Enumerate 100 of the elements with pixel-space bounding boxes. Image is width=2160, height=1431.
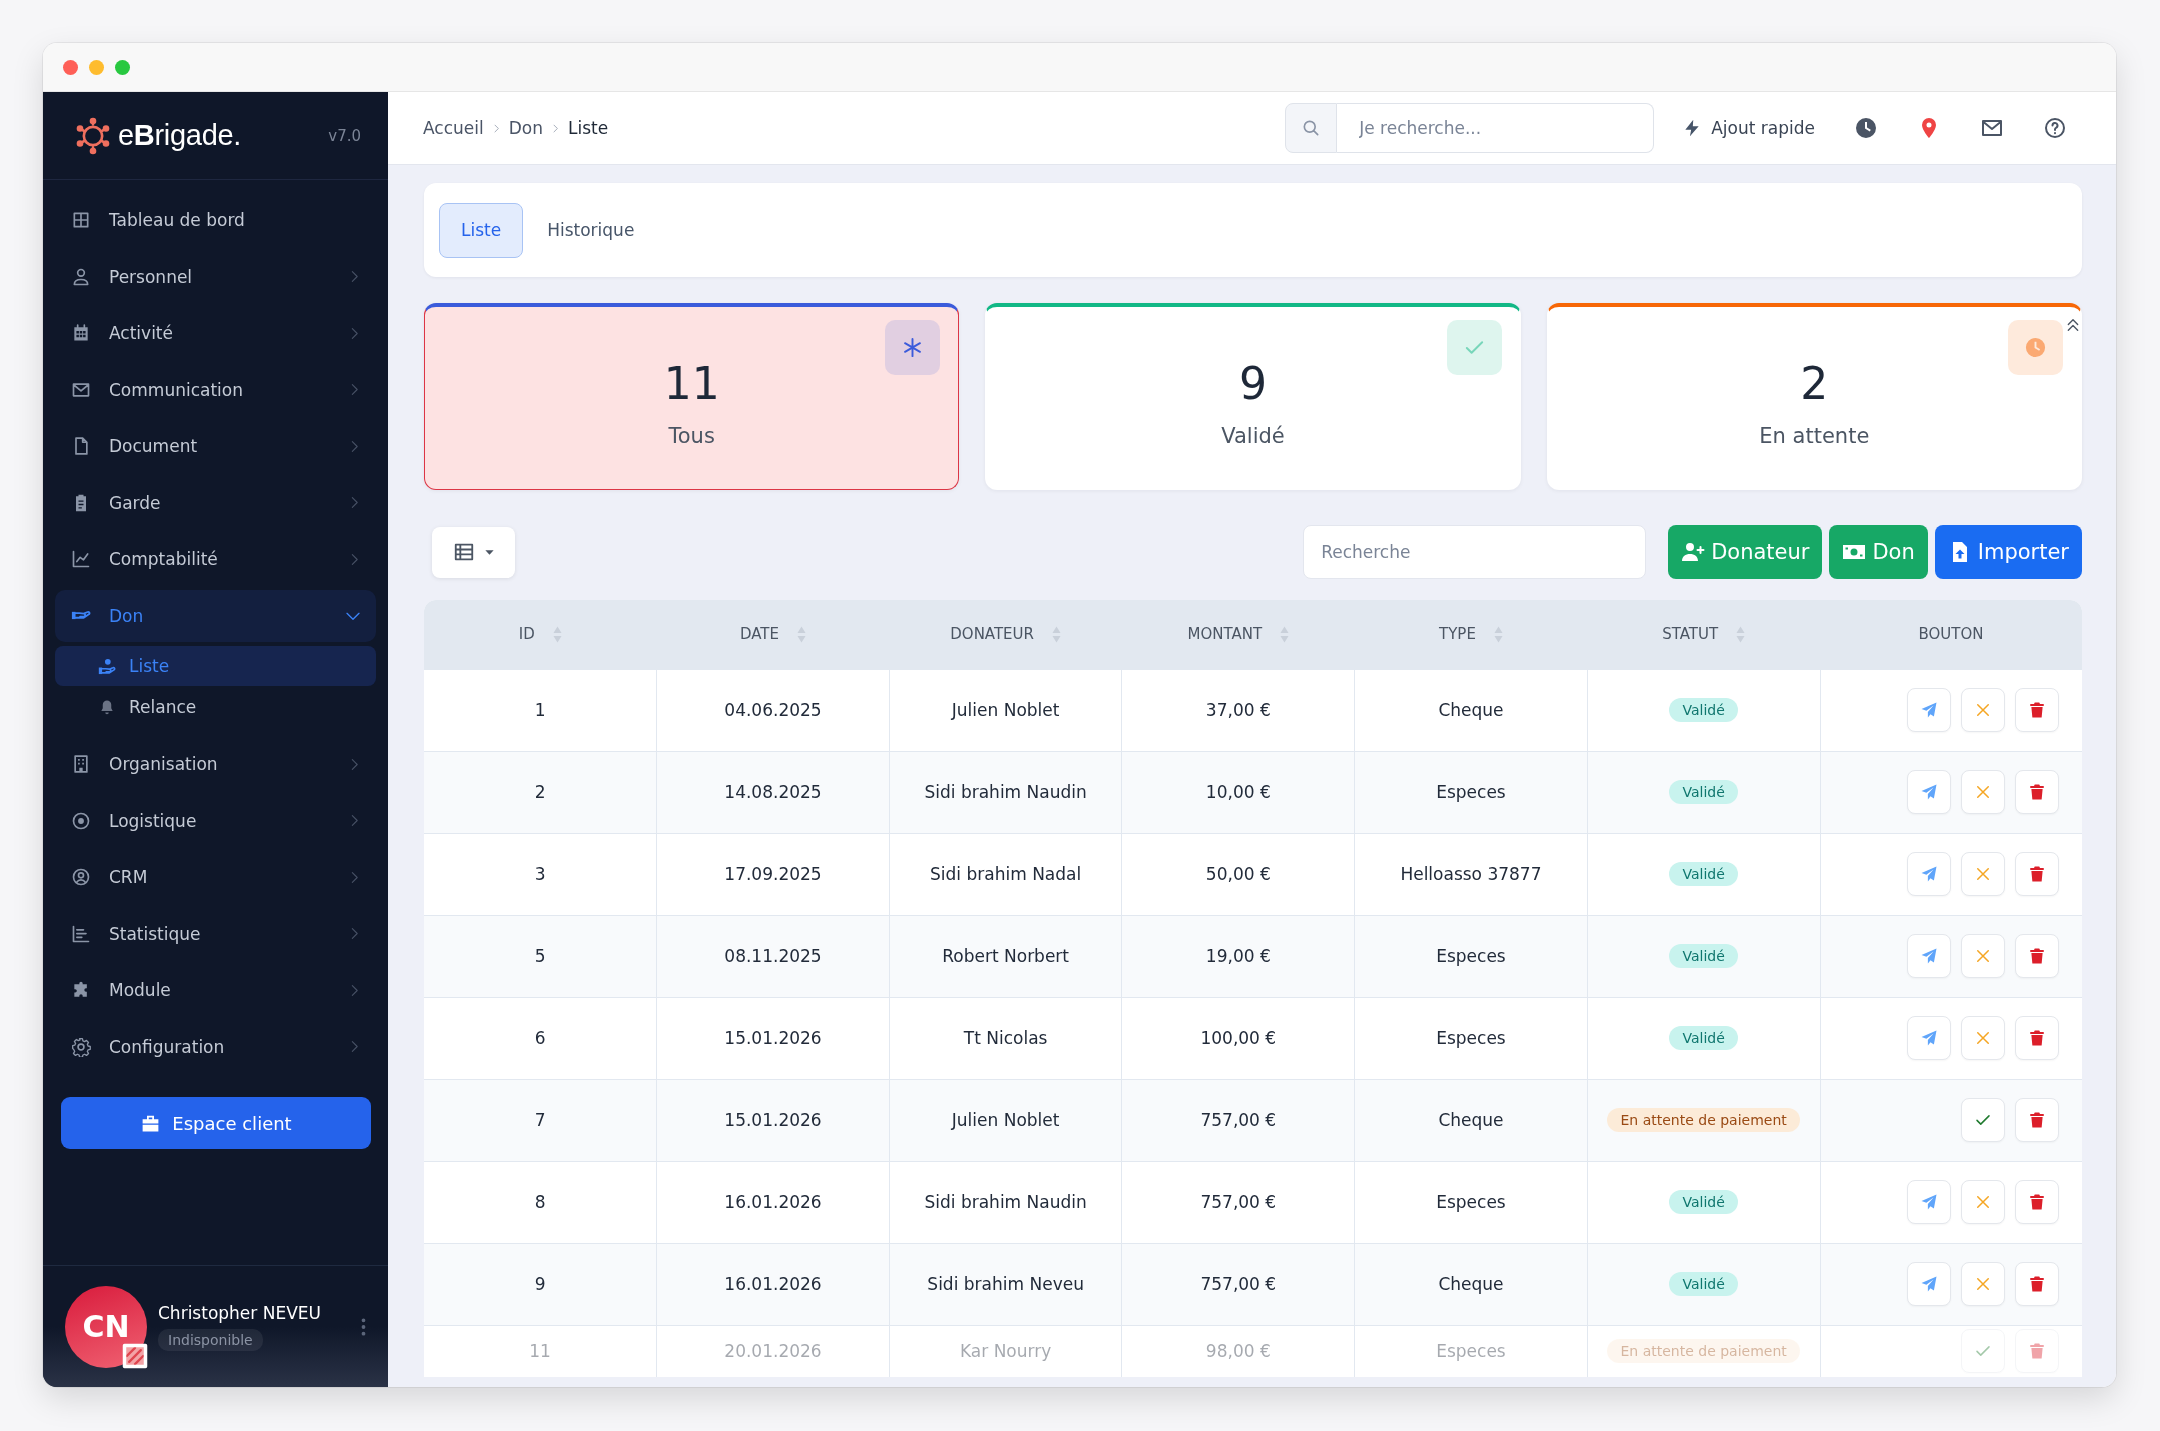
sort-icon — [1493, 625, 1503, 643]
trash-icon — [2028, 1342, 2046, 1361]
stat-value: 9 — [1239, 362, 1267, 406]
validate-button[interactable] — [1961, 1098, 2005, 1142]
cancel-button[interactable] — [1961, 1016, 2005, 1060]
user-plus-icon — [1681, 540, 1706, 564]
tab[interactable]: Liste — [439, 202, 524, 258]
cancel-button[interactable] — [1961, 688, 2005, 732]
check-icon — [1446, 320, 1502, 375]
paper-plane-icon — [1920, 865, 1938, 883]
column-header[interactable]: ID — [424, 600, 657, 669]
delete-button[interactable] — [2015, 1180, 2059, 1224]
column-header[interactable]: DONATEUR — [889, 600, 1122, 669]
delete-button[interactable] — [2015, 1016, 2059, 1060]
asterisk-icon — [885, 320, 941, 375]
avatar: CN — [65, 1285, 147, 1368]
quick-add-button[interactable]: Ajout rapide — [1682, 118, 1815, 138]
status-badge: Validé — [1669, 1272, 1738, 1296]
trash-icon — [2028, 947, 2046, 965]
sort-icon — [1052, 625, 1061, 643]
breadcrumb-current: Liste — [568, 118, 609, 138]
hand-icon — [71, 610, 91, 621]
status-badge: Validé — [1669, 780, 1738, 804]
building-icon — [71, 754, 91, 774]
help-icon[interactable] — [2043, 116, 2067, 140]
user-name: Christopher NEVEU — [158, 1302, 321, 1323]
import-button[interactable]: Importer — [1934, 525, 2082, 579]
zoom-button[interactable] — [115, 59, 130, 75]
sidebar-item[interactable]: Don — [55, 589, 376, 642]
cancel-button[interactable] — [1961, 770, 2005, 814]
sidebar-item[interactable]: Tableau de bord — [55, 194, 376, 246]
cancel-button[interactable] — [1961, 1180, 2005, 1224]
trash-icon — [2028, 1111, 2046, 1129]
sidebar-item[interactable]: CRM — [55, 851, 376, 903]
sidebar-item[interactable]: Activité — [55, 307, 376, 359]
delete-button[interactable] — [2015, 688, 2059, 732]
sidebar-item[interactable]: Document — [55, 420, 376, 472]
sidebar-subitem[interactable]: Liste — [55, 646, 376, 686]
sidebar-item[interactable]: Module — [55, 964, 376, 1016]
cancel-button[interactable] — [1961, 1262, 2005, 1306]
send-button[interactable] — [1907, 770, 1951, 814]
send-button[interactable] — [1907, 1180, 1951, 1224]
breadcrumb-link[interactable]: Don — [508, 118, 543, 138]
sidebar-item[interactable]: Personnel — [55, 250, 376, 303]
status-badge: Validé — [1669, 1026, 1738, 1050]
view-toggle-button[interactable] — [432, 526, 515, 578]
sidebar-item[interactable]: Logistique — [55, 794, 376, 847]
client-space-button[interactable]: Espace client — [61, 1097, 371, 1149]
target-icon — [71, 810, 91, 831]
search-field[interactable]: Recherche — [1303, 525, 1647, 579]
cross-icon — [1974, 1029, 1992, 1047]
delete-button[interactable] — [2015, 770, 2059, 814]
column-header[interactable]: DATE — [656, 600, 890, 669]
version-label: v7.0 — [328, 126, 361, 145]
more-icon[interactable] — [361, 1317, 366, 1336]
send-button[interactable] — [1907, 852, 1951, 896]
send-button[interactable] — [1907, 934, 1951, 978]
trash-icon — [2028, 701, 2046, 719]
column-header[interactable]: MONTANT — [1121, 600, 1355, 669]
user-icon — [71, 266, 91, 287]
delete-button[interactable] — [2015, 934, 2059, 978]
send-button[interactable] — [1907, 1262, 1951, 1306]
table-cell: 15.01.2026 — [656, 1079, 890, 1161]
table-cell: Cheque — [1354, 1079, 1588, 1161]
double-chevron-up-icon[interactable] — [2066, 318, 2080, 332]
tab[interactable]: Historique — [525, 202, 657, 258]
stat-card[interactable]: 9 Validé — [985, 303, 1521, 490]
delete-button[interactable] — [2015, 1098, 2059, 1142]
search-icon[interactable] — [1285, 103, 1338, 153]
sort-icon — [1736, 625, 1746, 643]
sidebar-subitem[interactable]: Relance — [55, 686, 376, 728]
paper-plane-icon — [1920, 783, 1938, 801]
minimize-button[interactable] — [89, 59, 104, 75]
close-button[interactable] — [63, 59, 78, 75]
stat-value: 2 — [1800, 362, 1829, 406]
column-header[interactable]: STATUT — [1587, 600, 1820, 669]
stat-card[interactable]: 2 En attente — [1546, 303, 2082, 490]
delete-button[interactable] — [2015, 1262, 2059, 1306]
send-button[interactable] — [1907, 1016, 1951, 1060]
sidebar-item[interactable]: Organisation — [55, 738, 376, 790]
table-cell: Especes — [1354, 1325, 1588, 1377]
breadcrumb-link[interactable]: Accueil — [423, 118, 484, 138]
sidebar-item[interactable]: Communication — [55, 363, 376, 416]
bar-chart-icon — [71, 923, 91, 944]
sidebar-item[interactable]: Garde — [55, 476, 376, 529]
cancel-button[interactable] — [1961, 934, 2005, 978]
table-cell: Sidi brahim Naudin — [889, 751, 1122, 833]
cancel-button[interactable] — [1961, 852, 2005, 896]
cross-icon — [1974, 1193, 1992, 1211]
table-cell: Robert Norbert — [889, 915, 1122, 997]
clock-icon[interactable] — [1854, 116, 1878, 140]
sidebar-item[interactable]: Statistique — [55, 907, 376, 960]
send-button[interactable] — [1907, 688, 1951, 732]
stat-card[interactable]: 11 Tous — [424, 303, 960, 490]
sidebar-item[interactable]: Comptabilité — [55, 533, 376, 585]
line-chart-icon — [71, 549, 91, 569]
sidebar-item[interactable]: Configuration — [55, 1020, 376, 1073]
delete-button[interactable] — [2015, 852, 2059, 896]
stat-label: Tous — [668, 424, 715, 448]
column-header[interactable]: TYPE — [1354, 600, 1588, 669]
